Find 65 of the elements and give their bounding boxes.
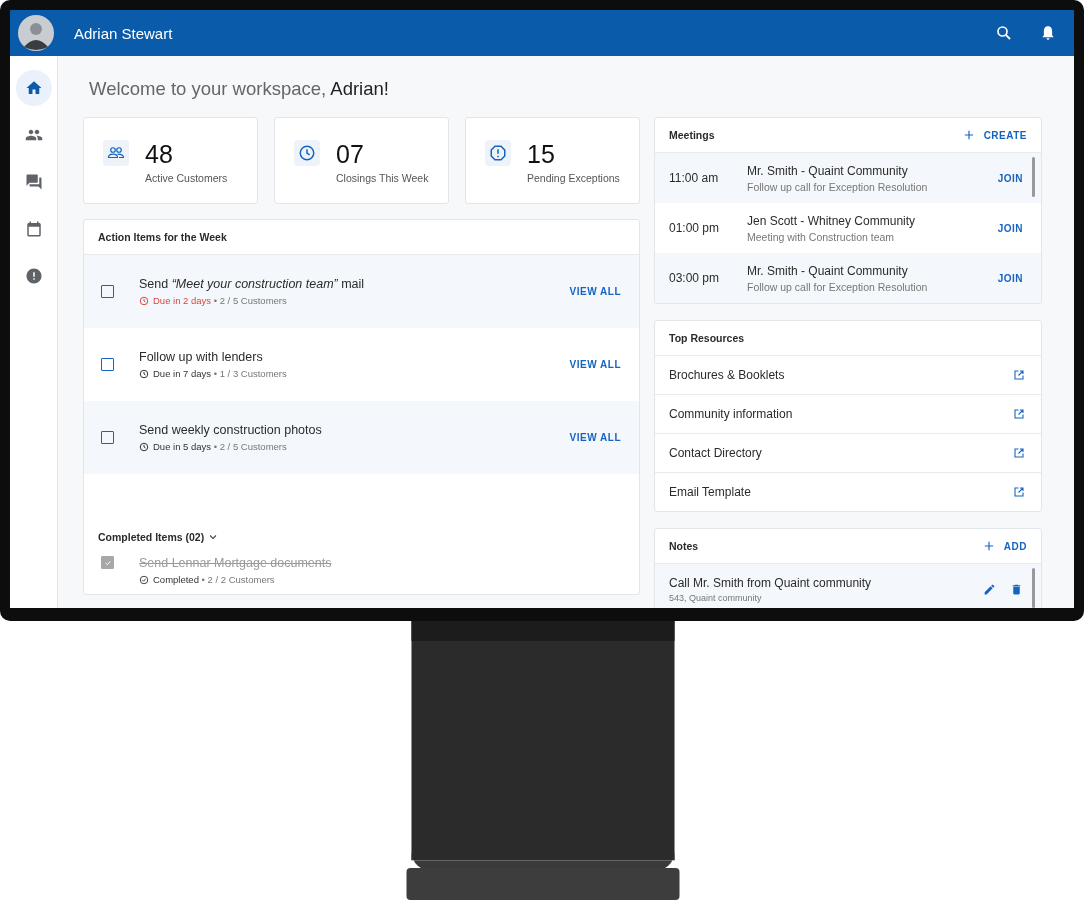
stat-value: 15 xyxy=(527,140,556,168)
view-all-button[interactable]: VIEW ALL xyxy=(569,430,621,445)
card-title: Top Resources xyxy=(669,332,745,344)
meeting-description: Follow up call for Exception Resolution xyxy=(747,280,929,293)
external-link-icon[interactable] xyxy=(1013,369,1025,381)
task-meta: Completed • 2 / 2 Customers xyxy=(153,574,275,585)
search-icon[interactable] xyxy=(995,24,1013,42)
welcome-heading: Welcome to your workspace, Adrian! xyxy=(89,78,390,100)
resource-link[interactable]: Brochures & Booklets xyxy=(669,368,1013,382)
note-subtitle: 543, Quaint community xyxy=(669,592,763,603)
stat-label: Closings This Week xyxy=(336,172,429,184)
resource-link[interactable]: Contact Directory xyxy=(669,446,1013,460)
stat-value: 48 xyxy=(145,140,174,168)
meeting-time: 03:00 pm xyxy=(669,271,721,285)
external-link-icon[interactable] xyxy=(1013,408,1025,420)
plus-icon[interactable] xyxy=(963,130,974,140)
task-title: Send “Meet your construction team” mail xyxy=(139,277,366,291)
chat-icon[interactable] xyxy=(24,173,43,191)
meeting-title: Mr. Smith - Quaint Community xyxy=(747,163,909,178)
stat-label: Pending Exceptions xyxy=(527,172,620,184)
meeting-description: Follow up call for Exception Resolution xyxy=(747,180,929,193)
checkbox[interactable] xyxy=(101,358,114,371)
join-button[interactable]: JOIN xyxy=(997,270,1023,286)
checkbox[interactable] xyxy=(101,431,114,444)
task-title: Follow up with lenders xyxy=(139,350,264,364)
meeting-title: Mr. Smith - Quaint Community xyxy=(747,263,909,278)
resource-link[interactable]: Email Template xyxy=(669,485,1013,499)
user-name: Adrian Stewart xyxy=(74,24,173,42)
task-meta: Due in 2 days • 2 / 5 Customers xyxy=(153,295,287,306)
task-meta: Due in 7 days • 1 / 3 Customers xyxy=(153,368,287,379)
calendar-icon[interactable] xyxy=(24,220,43,238)
external-link-icon[interactable] xyxy=(1013,486,1025,498)
note-title: Call Mr. Smith from Quaint community xyxy=(669,575,873,590)
card-title: Notes xyxy=(669,540,699,552)
alert-icon[interactable] xyxy=(24,267,43,285)
add-button[interactable]: ADD xyxy=(1003,538,1027,554)
meeting-time: 11:00 am xyxy=(669,171,720,185)
meeting-time: 01:00 pm xyxy=(669,221,721,235)
delete-icon[interactable] xyxy=(1010,582,1023,596)
join-button[interactable]: JOIN xyxy=(997,170,1023,186)
stat-value: 07 xyxy=(336,140,365,168)
join-button[interactable]: JOIN xyxy=(997,220,1023,236)
stat-label: Active Customers xyxy=(145,172,228,184)
task-title: Send weekly construction photos xyxy=(139,423,323,437)
resource-link[interactable]: Community information xyxy=(669,407,1013,421)
avatar xyxy=(18,15,54,51)
checkbox[interactable] xyxy=(101,285,114,298)
meeting-description: Meeting with Construction team xyxy=(747,230,896,243)
scrollbar[interactable] xyxy=(1032,157,1035,197)
meeting-title: Jen Scott - Whitney Community xyxy=(747,213,917,228)
scrollbar[interactable] xyxy=(1032,568,1035,608)
view-all-button[interactable]: VIEW ALL xyxy=(569,284,621,299)
check-circle-icon xyxy=(139,574,149,585)
view-all-button[interactable]: VIEW ALL xyxy=(569,357,621,372)
edit-icon[interactable] xyxy=(983,582,996,596)
home-icon[interactable] xyxy=(24,79,43,97)
task-title: Send Lennar Mortgage documents xyxy=(139,556,333,570)
card-title: Meetings xyxy=(669,129,715,141)
create-button[interactable]: CREATE xyxy=(983,127,1027,143)
completed-items-toggle[interactable]: Completed Items (02) xyxy=(98,531,205,543)
task-meta: Due in 5 days • 2 / 5 Customers xyxy=(153,441,287,452)
card-title: Action Items for the Week xyxy=(98,231,227,243)
plus-icon[interactable] xyxy=(983,541,994,551)
external-link-icon[interactable] xyxy=(1013,447,1025,459)
sidebar-nav-button[interactable] xyxy=(15,70,52,106)
